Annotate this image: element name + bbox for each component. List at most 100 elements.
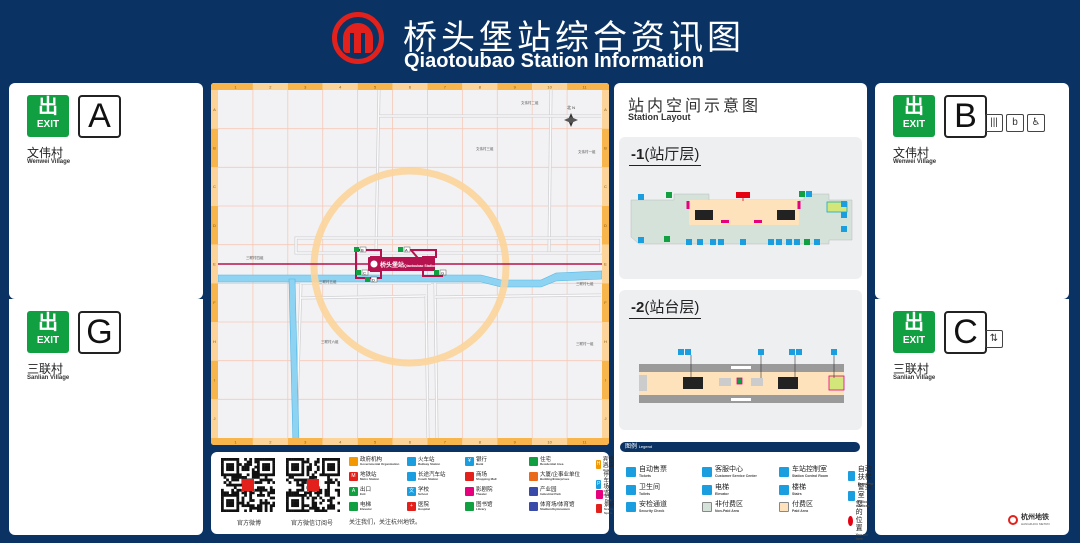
escalator-block	[778, 377, 798, 389]
facility-icon	[831, 349, 837, 355]
exit-sign-a: 出 EXIT A 文伟村 Wenwei Village	[9, 83, 203, 183]
place-label: 三联村六组	[321, 339, 339, 344]
coach-station-icon	[407, 472, 416, 482]
wechat-label: 官方微信订阅号	[291, 521, 334, 527]
poi-label-en: Shopping Mall	[476, 477, 497, 481]
exit-icon	[804, 239, 810, 245]
grid-row-label: J	[214, 416, 216, 421]
facility-icon	[796, 349, 802, 355]
village-name-en: Sanlian Village	[27, 375, 70, 381]
legend-label: 警务室	[857, 484, 872, 499]
poi-legend-item: M 地铁站 Metro Station	[349, 472, 379, 482]
map-exit-icon	[354, 247, 359, 252]
facility-icon	[814, 239, 820, 245]
map-svg: 桥头堡站 Qiaotoubao Station B A C D G 北 N 文伟村二组文伟村三组…	[211, 83, 609, 445]
poi-legend-item: 长途汽车站 Coach Station	[407, 472, 446, 482]
elevator-icon	[736, 377, 743, 385]
poi-label-en: Hospital	[418, 507, 430, 511]
facility-icon	[841, 201, 847, 207]
grid-row-label: C	[604, 184, 607, 189]
layout-legend-item: 安检通道 Security Check	[626, 501, 667, 513]
map-exit-icon	[365, 277, 370, 282]
facility-icons: ||| b ♿	[985, 114, 1045, 132]
exit-letter: B	[944, 95, 987, 138]
poi-label-en: Building/Enterprises	[540, 477, 570, 481]
equipment-room	[719, 378, 731, 386]
map-exit-letter: A	[405, 248, 408, 253]
park-icon	[596, 490, 603, 500]
follow-text: 关注我们，关注杭州地铁。	[349, 520, 422, 526]
poi-legend-item: 影剧院 Theater	[465, 487, 493, 497]
equipment-room	[751, 378, 763, 386]
escalator-icon	[848, 471, 855, 481]
grid-corner	[602, 438, 609, 445]
facility-icon	[638, 194, 644, 200]
grid-row-label: J	[605, 416, 607, 421]
facility-icon	[740, 239, 746, 245]
floor-b1: -1(站厅层)	[619, 137, 862, 279]
grid-row-label: D	[213, 223, 216, 228]
metro-logo-icon	[332, 12, 384, 64]
legend-label: 车站控制室	[792, 466, 827, 473]
poi-legend-item: 公园 Park	[596, 487, 614, 503]
exit-icon: A	[349, 487, 358, 497]
compass-label: 北 N	[567, 104, 575, 110]
elevator-icon: ⇅	[985, 330, 1003, 348]
map-exit-icon	[434, 270, 439, 275]
metro-station-icon: M	[349, 472, 358, 482]
poi-label-en: Metro Station	[360, 477, 380, 481]
facility-icon	[638, 237, 644, 243]
exit-icon	[664, 236, 670, 242]
grid-row-label: C	[213, 184, 216, 189]
surrounding-map[interactable]: 桥头堡站 Qiaotoubao Station B A C D G 北 N 文伟村二组 文伟村三组…	[211, 83, 609, 445]
layout-legend-item: 车站控制室 Station Control Room	[779, 466, 828, 478]
facility-icon	[758, 349, 764, 355]
facility-icon	[794, 239, 800, 245]
layout-legend-item: 您的位置 You are here	[848, 501, 868, 541]
layout-legend-item: 非付费区 Non-Paid Area	[702, 501, 743, 513]
legend-label-en: Customer Service Center	[715, 474, 757, 478]
poi-label-en: Bank	[476, 462, 484, 466]
legend-label: 非付费区	[715, 501, 743, 508]
exit-badge-en: EXIT	[36, 119, 60, 130]
legend-label-en: Paid Area	[792, 509, 809, 513]
facility-icon	[841, 226, 847, 232]
legend-label-en: Stairs	[792, 492, 802, 496]
facility-icon	[718, 239, 724, 245]
legend-label-en: Elevator	[715, 492, 729, 496]
grid-col-label: 10	[547, 85, 552, 90]
grid-row-label: B	[604, 146, 607, 151]
floor-b2: -2(站台层)	[619, 290, 862, 430]
map-exit-letter: B	[361, 248, 364, 253]
exit-letter: A	[78, 95, 121, 138]
concourse-diagram	[630, 191, 853, 245]
metro-station-icon	[370, 260, 378, 268]
baby-care-icon: b	[1006, 114, 1024, 132]
poi-label-en: Coach Station	[418, 477, 439, 481]
exit-letter: C	[944, 311, 987, 354]
poi-legend-item: A 出口 Exit	[349, 487, 371, 497]
grid-row-label: D	[604, 223, 607, 228]
map-exit-icon	[356, 270, 361, 275]
poi-label-en: Residential Area	[540, 462, 564, 466]
station-name-en: Qiaotoubao Station	[404, 264, 436, 268]
poi-legend-item: 体育场/体育馆 Stadium/Gymnasium	[529, 502, 575, 512]
place-label: 三联村七组	[576, 281, 594, 286]
governmental-organization-icon	[349, 457, 358, 467]
grid-row-label: B	[213, 146, 216, 151]
poi-legend-item: 电梯 Elevator	[349, 502, 372, 512]
map-exit-icon	[398, 247, 403, 252]
facility-icon	[685, 349, 691, 355]
escalator-block	[683, 377, 703, 389]
exit-letter: G	[78, 311, 121, 354]
poi-label-en: Exit	[360, 492, 366, 496]
poi-legend-item: ¥ 银行 Bank	[465, 457, 487, 467]
legend-label-en: Security Check	[639, 509, 665, 513]
wechat-qr-code[interactable]	[286, 458, 341, 513]
brand-name: 杭州地铁	[1021, 514, 1049, 521]
library-icon	[465, 502, 474, 512]
layout-legend-item: 自动扶梯 Escalator	[848, 466, 877, 486]
legend-label: 客服中心	[715, 466, 743, 473]
platform-end	[639, 375, 647, 391]
weibo-qr-code[interactable]	[221, 458, 276, 513]
